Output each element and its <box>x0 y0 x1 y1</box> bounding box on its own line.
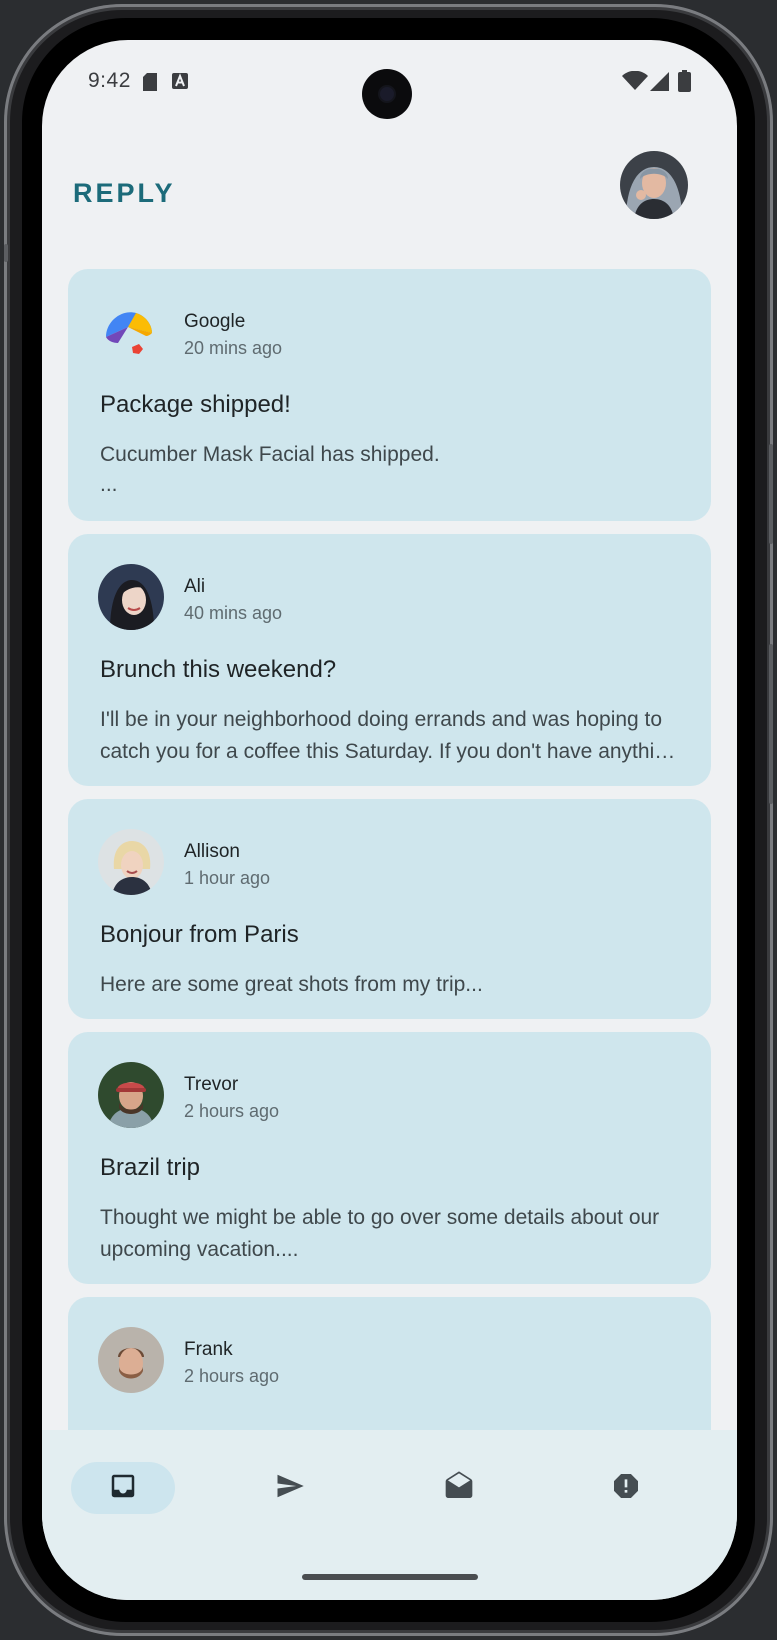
allison-avatar <box>98 829 164 895</box>
status-bar: 9:42 <box>42 40 737 120</box>
phone-frame: 9:42 REPLY Google 20 mins ago Package sh… <box>4 4 773 1636</box>
email-subject: Package shipped! <box>100 391 291 418</box>
home-indicator[interactable] <box>302 1574 478 1580</box>
email-card[interactable]: Allison 1 hour ago Bonjour from Paris He… <box>68 799 711 1019</box>
email-time: 20 mins ago <box>184 338 283 358</box>
status-time: 9:42 <box>88 69 131 92</box>
nav-drafts[interactable] <box>407 1462 511 1514</box>
email-sender: Frank <box>184 1339 233 1360</box>
email-time: 2 hours ago <box>184 1101 280 1121</box>
email-card[interactable]: Ali 40 mins ago Brunch this weekend? I'l… <box>68 534 711 786</box>
signal-icon <box>650 72 670 96</box>
email-sender: Ali <box>184 576 206 597</box>
battery-icon <box>678 70 691 97</box>
email-sender: Trevor <box>184 1074 239 1095</box>
app-screen: 9:42 REPLY Google 20 mins ago Package sh… <box>42 40 737 1600</box>
side-button <box>4 244 8 262</box>
text-a-icon <box>171 72 189 95</box>
email-subject: Brazil trip <box>100 1154 201 1181</box>
inbox-icon <box>108 1471 138 1506</box>
email-time: 1 hour ago <box>184 868 271 888</box>
email-card[interactable]: Trevor 2 hours ago Brazil trip Thought w… <box>68 1032 711 1284</box>
report-icon <box>610 1470 642 1507</box>
volume-button <box>769 444 773 544</box>
email-time: 2 hours ago <box>184 1366 280 1386</box>
trevor-avatar <box>98 1062 164 1128</box>
nav-spam[interactable] <box>574 1462 678 1514</box>
nav-inbox[interactable] <box>71 1462 175 1514</box>
wifi-icon <box>622 70 648 96</box>
drafts-icon <box>443 1470 475 1507</box>
sd-card-icon <box>142 72 158 97</box>
email-sender: Allison <box>184 841 240 862</box>
email-subject: Brunch this weekend? <box>100 656 337 683</box>
nav-sent[interactable] <box>238 1462 342 1514</box>
email-preview: Cucumber Mask Facial has shipped. <box>100 443 440 466</box>
email-preview: Here are some great shots from my trip..… <box>100 973 483 996</box>
power-button <box>769 644 773 804</box>
google-umbrella-logo-icon <box>98 299 164 365</box>
email-card[interactable]: Frank 2 hours ago <box>68 1297 711 1430</box>
send-icon <box>273 1471 307 1506</box>
email-preview-ellipsis: ... <box>100 473 118 496</box>
email-time: 40 mins ago <box>184 603 283 623</box>
email-preview: I'll be in your neighborhood doing erran… <box>100 708 678 763</box>
ali-avatar <box>98 564 164 630</box>
email-sender: Google <box>184 311 246 332</box>
email-list[interactable]: Google 20 mins ago Package shipped! Cucu… <box>68 269 713 1430</box>
email-subject: Bonjour from Paris <box>100 921 299 948</box>
front-camera <box>362 69 412 119</box>
email-preview: Thought we might be able to go over some… <box>100 1206 660 1261</box>
profile-avatar[interactable] <box>620 151 688 219</box>
frank-avatar <box>98 1327 164 1393</box>
email-card[interactable]: Google 20 mins ago Package shipped! Cucu… <box>68 269 711 521</box>
app-logo-title: REPLY <box>73 178 176 208</box>
